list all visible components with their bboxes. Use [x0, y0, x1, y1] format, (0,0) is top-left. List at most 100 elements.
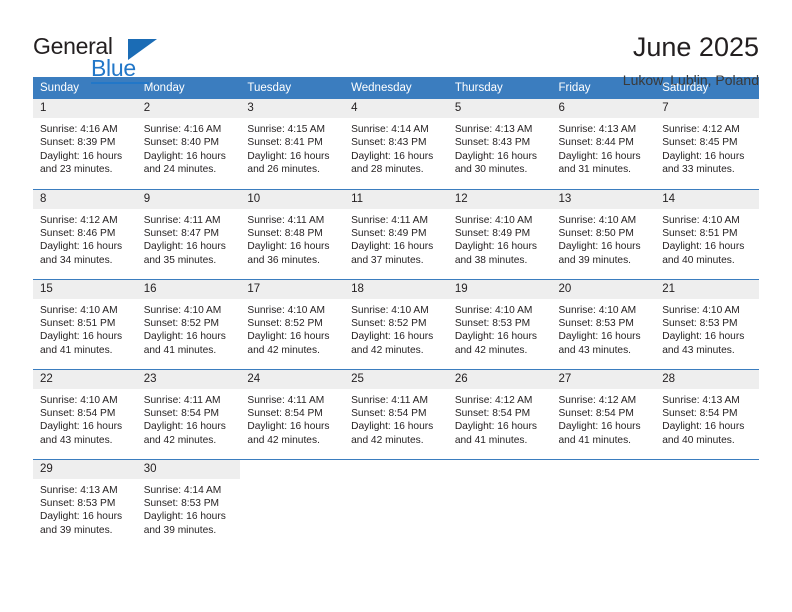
calendar-day-cell[interactable]: 3 Sunrise: 4:15 AM Sunset: 8:41 PM Daylight… — [240, 99, 345, 189]
calendar-day-cell[interactable]: 5 Sunrise: 4:13 AM Sunset: 8:43 PM Daylight… — [447, 99, 552, 189]
calendar-day-cell[interactable]: 16 Sunrise: 4:10 AM Sunset: 8:52 PM Dayligh… — [136, 278, 241, 369]
day-number: 10 — [240, 189, 345, 209]
calendar-day-cell[interactable]: 7 Sunrise: 4:12 AM Sunset: 8:45 PM Daylight… — [655, 99, 759, 189]
daylight-text-line1: Daylight: 16 hours — [558, 421, 641, 433]
calendar-day-cell[interactable]: 22 Sunrise: 4:10 AM Sunset: 8:54 PM Dayligh… — [33, 368, 137, 459]
day-sun-info: Sunrise: 4:13 AM Sunset: 8:53 PM Daylight:… — [33, 479, 137, 538]
daylight-text-line2: and 41 minutes. — [558, 434, 632, 446]
day-sun-info: Sunrise: 4:11 AM Sunset: 8:49 PM Daylight:… — [344, 209, 448, 268]
daylight-text-line2: and 34 minutes. — [40, 254, 113, 266]
daylight-text-line1: Daylight: 16 hours — [40, 241, 123, 253]
calendar-day-cell[interactable]: 24 Sunrise: 4:11 AM Sunset: 8:54 PM Dayligh… — [240, 368, 345, 459]
sunrise-text: Sunrise: 4:16 AM — [40, 124, 118, 135]
sunset-text: Sunset: 8:49 PM — [351, 227, 427, 239]
sunrise-text: Sunrise: 4:13 AM — [40, 484, 118, 496]
sunrise-text: Sunrise: 4:10 AM — [662, 304, 740, 316]
sunset-text: Sunset: 8:43 PM — [351, 137, 427, 149]
calendar-day-cell[interactable]: 14 Sunrise: 4:10 AM Sunset: 8:51 PM Dayligh… — [655, 188, 759, 279]
sunset-text: Sunset: 8:54 PM — [662, 407, 738, 419]
daylight-text-line1: Daylight: 16 hours — [247, 421, 330, 433]
calendar-day-cell[interactable]: 15 Sunrise: 4:10 AM Sunset: 8:51 PM Dayligh… — [33, 278, 137, 369]
weekday-header-thursday: Thursday — [447, 77, 552, 99]
day-number: 18 — [344, 279, 448, 299]
calendar-day-cell[interactable]: 20 Sunrise: 4:10 AM Sunset: 8:53 PM Dayligh… — [551, 278, 656, 369]
general-blue-logo[interactable]: General Blue — [33, 31, 163, 85]
sunrise-text: Sunrise: 4:15 AM — [247, 124, 325, 135]
day-sun-info: Sunrise: 4:14 AM Sunset: 8:53 PM Daylight:… — [137, 479, 241, 538]
day-sun-info: Sunrise: 4:11 AM Sunset: 8:54 PM Daylight:… — [240, 389, 344, 448]
calendar-day-cell[interactable]: 17 Sunrise: 4:10 AM Sunset: 8:52 PM Dayligh… — [240, 278, 345, 369]
day-number: 11 — [344, 189, 448, 209]
calendar-day-cell[interactable]: 18 Sunrise: 4:10 AM Sunset: 8:52 PM Dayligh… — [344, 278, 448, 369]
day-number — [655, 459, 759, 479]
daylight-text-line2: and 39 minutes. — [143, 524, 217, 536]
calendar-day-cell[interactable]: 28 Sunrise: 4:13 AM Sunset: 8:54 PM Dayligh… — [655, 368, 759, 459]
calendar-day-cell[interactable]: 1 Sunrise: 4:16 AM Sunset: 8:39 PM Daylight… — [33, 99, 137, 189]
daylight-text-line2: and 43 minutes. — [662, 344, 735, 356]
daylight-text-line1: Daylight: 16 hours — [247, 331, 330, 343]
calendar-day-cell[interactable]: 12 Sunrise: 4:10 AM Sunset: 8:49 PM Dayligh… — [447, 188, 552, 279]
calendar-day-cell[interactable]: 19 Sunrise: 4:10 AM Sunset: 8:53 PM Dayligh… — [447, 278, 552, 369]
calendar-day-cell[interactable]: 29 Sunrise: 4:13 AM Sunset: 8:53 PM Dayligh… — [33, 458, 137, 549]
calendar-week-row: 22 Sunrise: 4:10 AM Sunset: 8:54 PM Dayligh… — [33, 368, 759, 459]
daylight-text-line1: Daylight: 16 hours — [662, 421, 745, 433]
calendar-day-cell[interactable]: 25 Sunrise: 4:11 AM Sunset: 8:54 PM Dayligh… — [344, 368, 448, 459]
daylight-text-line1: Daylight: 16 hours — [40, 331, 123, 343]
calendar-day-cell[interactable]: 13 Sunrise: 4:10 AM Sunset: 8:50 PM Dayligh… — [551, 188, 656, 279]
day-sun-info: Sunrise: 4:11 AM Sunset: 8:54 PM Daylight:… — [344, 389, 448, 448]
calendar-day-cell[interactable]: 30 Sunrise: 4:14 AM Sunset: 8:53 PM Dayligh… — [136, 458, 241, 549]
day-number: 6 — [551, 99, 656, 118]
calendar-week-row: 15 Sunrise: 4:10 AM Sunset: 8:51 PM Dayligh… — [33, 278, 759, 369]
calendar-day-cell[interactable]: 9 Sunrise: 4:11 AM Sunset: 8:47 PM Daylight… — [136, 188, 241, 279]
sunset-text: Sunset: 8:53 PM — [662, 317, 738, 329]
day-sun-info: Sunrise: 4:10 AM Sunset: 8:52 PM Daylight:… — [137, 299, 241, 358]
day-number: 5 — [447, 99, 552, 118]
daylight-text-line1: Daylight: 16 hours — [351, 150, 434, 162]
daylight-text-line2: and 31 minutes. — [558, 164, 632, 176]
calendar-day-cell[interactable]: 23 Sunrise: 4:11 AM Sunset: 8:54 PM Dayligh… — [136, 368, 241, 459]
sunset-text: Sunset: 8:54 PM — [558, 407, 634, 419]
day-sun-info: Sunrise: 4:10 AM Sunset: 8:52 PM Daylight:… — [240, 299, 344, 358]
calendar-day-cell[interactable]: 8 Sunrise: 4:12 AM Sunset: 8:46 PM Daylight… — [33, 188, 137, 279]
daylight-text-line2: and 39 minutes. — [40, 524, 113, 536]
day-number — [551, 459, 656, 479]
day-sun-info: Sunrise: 4:10 AM Sunset: 8:50 PM Daylight:… — [552, 209, 656, 268]
daylight-text-line1: Daylight: 16 hours — [40, 150, 123, 162]
daylight-text-line2: and 37 minutes. — [351, 254, 424, 266]
sunset-text: Sunset: 8:54 PM — [454, 407, 531, 419]
daylight-text-line2: and 42 minutes. — [247, 434, 320, 446]
daylight-text-line2: and 40 minutes. — [662, 254, 735, 266]
day-sun-info: Sunrise: 4:12 AM Sunset: 8:54 PM Daylight:… — [552, 389, 656, 448]
sunrise-text: Sunrise: 4:13 AM — [662, 394, 740, 406]
day-sun-info: Sunrise: 4:10 AM Sunset: 8:53 PM Daylight:… — [552, 299, 656, 358]
daylight-text-line1: Daylight: 16 hours — [454, 150, 537, 162]
calendar-day-cell[interactable]: 10 Sunrise: 4:11 AM Sunset: 8:48 PM Dayligh… — [240, 188, 345, 279]
calendar-day-cell[interactable]: 26 Sunrise: 4:12 AM Sunset: 8:54 PM Dayligh… — [447, 368, 552, 459]
calendar-day-cell[interactable]: 27 Sunrise: 4:12 AM Sunset: 8:54 PM Dayligh… — [551, 368, 656, 459]
day-number: 25 — [344, 369, 448, 389]
day-sun-info: Sunrise: 4:10 AM Sunset: 8:49 PM Daylight:… — [448, 209, 552, 268]
daylight-text-line1: Daylight: 16 hours — [143, 421, 226, 433]
sunset-text: Sunset: 8:54 PM — [247, 407, 323, 419]
sunset-text: Sunset: 8:43 PM — [454, 137, 531, 149]
calendar-day-cell-empty — [240, 458, 345, 549]
daylight-text-line1: Daylight: 16 hours — [351, 241, 434, 253]
calendar-day-cell[interactable]: 21 Sunrise: 4:10 AM Sunset: 8:53 PM Dayligh… — [655, 278, 759, 369]
sunrise-text: Sunrise: 4:10 AM — [143, 304, 222, 316]
daylight-text-line1: Daylight: 16 hours — [558, 150, 641, 162]
daylight-text-line2: and 39 minutes. — [558, 254, 632, 266]
sunrise-text: Sunrise: 4:13 AM — [558, 124, 637, 135]
day-number: 8 — [33, 189, 137, 209]
calendar-day-cell[interactable]: 2 Sunrise: 4:16 AM Sunset: 8:40 PM Daylight… — [136, 99, 241, 189]
daylight-text-line2: and 23 minutes. — [40, 164, 113, 176]
calendar-day-cell[interactable]: 4 Sunrise: 4:14 AM Sunset: 8:43 PM Daylight… — [344, 99, 448, 189]
sunrise-text: Sunrise: 4:11 AM — [351, 394, 428, 406]
daylight-text-line2: and 30 minutes. — [454, 164, 528, 176]
daylight-text-line1: Daylight: 16 hours — [143, 241, 226, 253]
daylight-text-line2: and 42 minutes. — [247, 344, 320, 356]
day-sun-info: Sunrise: 4:11 AM Sunset: 8:47 PM Daylight:… — [137, 209, 241, 268]
calendar-day-cell-empty — [447, 458, 552, 549]
daylight-text-line1: Daylight: 16 hours — [247, 150, 330, 162]
calendar-day-cell[interactable]: 11 Sunrise: 4:11 AM Sunset: 8:49 PM Dayligh… — [344, 188, 448, 279]
calendar-day-cell[interactable]: 6 Sunrise: 4:13 AM Sunset: 8:44 PM Daylight… — [551, 99, 656, 189]
